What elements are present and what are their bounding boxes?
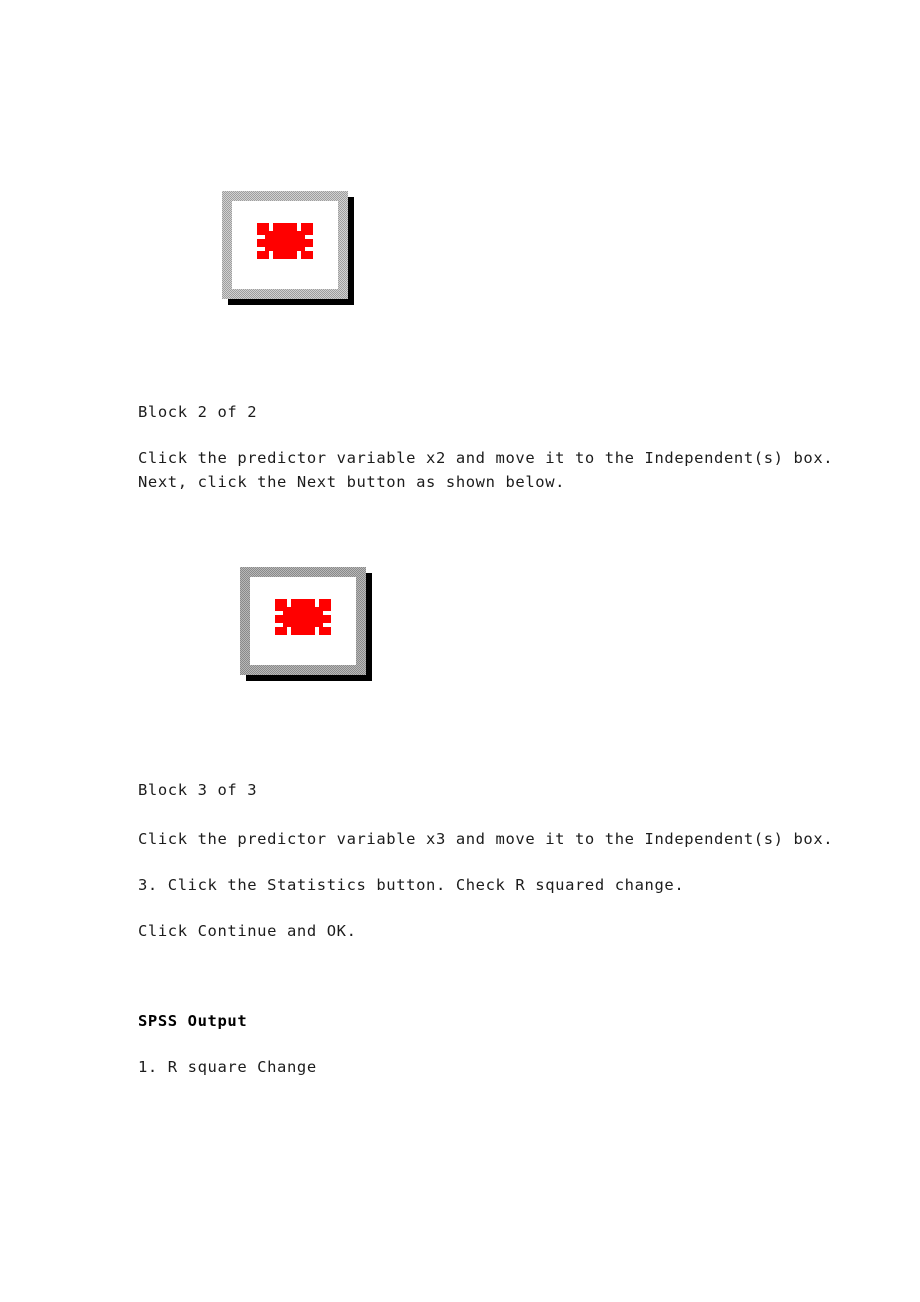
document-page: Block 2 of 2 Click the predictor variabl… (0, 0, 920, 1302)
broken-image-placeholder-1[interactable] (222, 191, 354, 305)
output-item-r-square-change: 1. R square Change (138, 1058, 317, 1076)
block2-instruction-line1: Click the predictor variable x2 and move… (138, 449, 834, 467)
placeholder-frame (222, 191, 348, 299)
broken-image-placeholder-2[interactable] (240, 567, 372, 681)
broken-image-icon (257, 223, 313, 259)
continue-and-ok-line: Click Continue and OK. (138, 922, 357, 940)
placeholder-inner (250, 577, 356, 665)
step-3-statistics: 3. Click the Statistics button. Check R … (138, 876, 685, 894)
block3-instruction: Click the predictor variable x3 and move… (138, 830, 834, 848)
spss-output-heading: SPSS Output (138, 1012, 248, 1030)
placeholder-inner (232, 201, 338, 289)
broken-image-icon (275, 599, 331, 635)
placeholder-frame (240, 567, 366, 675)
block2-heading: Block 2 of 2 (138, 403, 258, 421)
block3-heading: Block 3 of 3 (138, 781, 258, 799)
block2-instruction-line2: Next, click the Next button as shown bel… (138, 473, 566, 491)
